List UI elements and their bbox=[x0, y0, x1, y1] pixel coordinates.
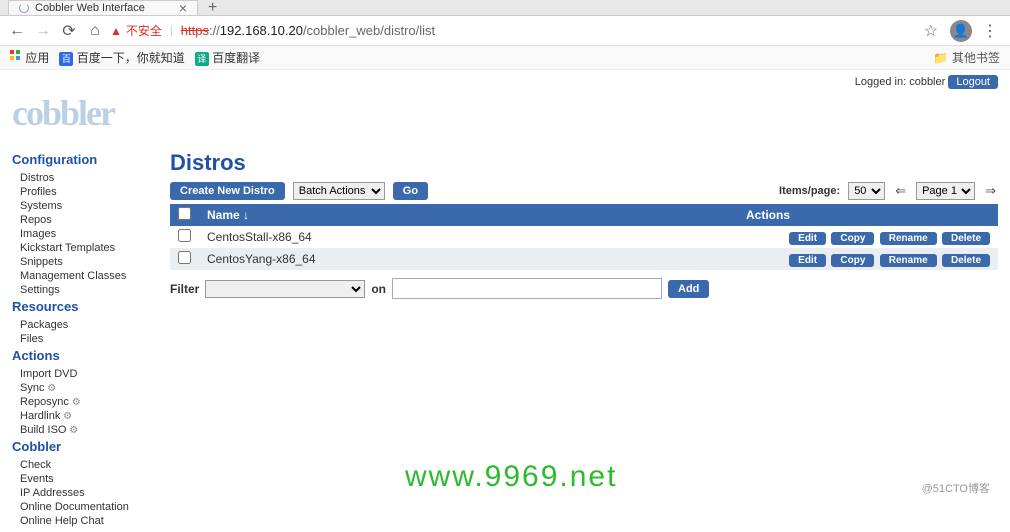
warning-icon: ▲ bbox=[110, 24, 122, 38]
filter-label: Filter bbox=[170, 282, 199, 296]
sidebar-item-systems[interactable]: Systems bbox=[12, 199, 152, 213]
separator: | bbox=[170, 25, 173, 37]
sidebar-item-ip[interactable]: IP Addresses bbox=[12, 486, 152, 500]
sidebar-item-distros[interactable]: Distros bbox=[12, 171, 152, 185]
login-status: Logged in: cobbler Logout bbox=[12, 74, 998, 90]
row-checkbox[interactable] bbox=[178, 251, 191, 264]
menu-icon[interactable]: ⋮ bbox=[976, 21, 1004, 41]
row-name[interactable]: CentosStall-x86_64 bbox=[199, 226, 738, 248]
sidebar-item-build-iso[interactable]: Build ISO bbox=[12, 423, 152, 437]
sidebar-item-repos[interactable]: Repos bbox=[12, 213, 152, 227]
next-page-icon[interactable]: ⇒ bbox=[983, 183, 998, 199]
filter-value-input[interactable] bbox=[392, 278, 662, 299]
copy-button[interactable]: Copy bbox=[831, 232, 874, 245]
new-tab-icon[interactable]: + bbox=[198, 0, 227, 17]
bookmark-star-icon[interactable]: ☆ bbox=[916, 21, 946, 41]
translate-icon: 译 bbox=[195, 52, 209, 66]
go-button[interactable]: Go bbox=[393, 182, 428, 200]
sidebar-item-images[interactable]: Images bbox=[12, 227, 152, 241]
cobbler-logo: cobbler bbox=[12, 90, 998, 150]
logged-in-user: cobbler bbox=[909, 76, 945, 88]
user-avatar-icon[interactable]: 👤 bbox=[950, 20, 972, 42]
sidebar-item-reposync[interactable]: Reposync bbox=[12, 395, 152, 409]
tab-favicon bbox=[19, 3, 29, 13]
items-per-page-select[interactable]: 50 bbox=[848, 182, 885, 200]
reload-icon[interactable]: ⟳ bbox=[58, 21, 80, 41]
back-icon[interactable]: ← bbox=[6, 22, 28, 40]
copy-button[interactable]: Copy bbox=[831, 254, 874, 267]
table-row: CentosStall-x86_64 Edit Copy Rename Dele… bbox=[170, 226, 998, 248]
sidebar-item-mgmt-classes[interactable]: Management Classes bbox=[12, 269, 152, 283]
toolbar: Create New Distro Batch Actions Go Items… bbox=[170, 182, 998, 200]
delete-button[interactable]: Delete bbox=[942, 254, 990, 267]
section-cobbler: Cobbler bbox=[12, 439, 152, 454]
batch-actions-select[interactable]: Batch Actions bbox=[293, 182, 385, 200]
create-new-distro-button[interactable]: Create New Distro bbox=[170, 182, 285, 200]
baidu-bookmark[interactable]: 百 百度一下，你就知道 bbox=[59, 49, 184, 66]
section-resources: Resources bbox=[12, 299, 152, 314]
translate-bookmark[interactable]: 译 百度翻译 bbox=[195, 49, 260, 66]
prev-page-icon[interactable]: ⇐ bbox=[893, 183, 908, 199]
section-configuration: Configuration bbox=[12, 152, 152, 167]
sidebar-item-packages[interactable]: Packages bbox=[12, 318, 152, 332]
col-actions: Actions bbox=[738, 204, 998, 226]
security-warning[interactable]: ▲ 不安全 bbox=[110, 22, 162, 39]
filter-field-select[interactable] bbox=[205, 280, 365, 298]
page-select[interactable]: Page 1 bbox=[916, 182, 975, 200]
sidebar-item-help[interactable]: Online Help Chat bbox=[12, 514, 152, 528]
sidebar-item-settings[interactable]: Settings bbox=[12, 283, 152, 297]
sidebar-item-hardlink[interactable]: Hardlink bbox=[12, 409, 152, 423]
home-icon[interactable]: ⌂ bbox=[84, 22, 106, 40]
sidebar-item-sync[interactable]: Sync bbox=[12, 381, 152, 395]
col-name[interactable]: Name ↓ bbox=[199, 204, 738, 226]
items-per-page-label: Items/page: bbox=[779, 185, 840, 197]
logged-in-label: Logged in: bbox=[855, 76, 906, 88]
col-checkbox bbox=[170, 204, 199, 226]
tab-title: Cobbler Web Interface bbox=[35, 2, 145, 14]
filter-row: Filter on Add bbox=[170, 278, 998, 299]
sidebar-item-files[interactable]: Files bbox=[12, 332, 152, 346]
rename-button[interactable]: Rename bbox=[880, 232, 937, 245]
baidu-icon: 百 bbox=[59, 52, 73, 66]
credit: @51CTO博客 bbox=[922, 480, 990, 496]
sidebar-item-kickstart[interactable]: Kickstart Templates bbox=[12, 241, 152, 255]
address-bar: ← → ⟳ ⌂ ▲ 不安全 | https://192.168.10.20/co… bbox=[0, 16, 1010, 46]
delete-button[interactable]: Delete bbox=[942, 232, 990, 245]
row-checkbox[interactable] bbox=[178, 229, 191, 242]
apps-bookmark[interactable]: 应用 bbox=[10, 49, 49, 66]
tab-close-icon[interactable]: × bbox=[179, 3, 187, 13]
url-field[interactable]: https://192.168.10.20/cobbler_web/distro… bbox=[181, 23, 912, 38]
distros-table: Name ↓ Actions CentosStall-x86_64 Edit C… bbox=[170, 204, 998, 270]
table-row: CentosYang-x86_64 Edit Copy Rename Delet… bbox=[170, 248, 998, 270]
tab-bar: Cobbler Web Interface × + bbox=[0, 0, 1010, 16]
watermark: www.9969.net bbox=[405, 460, 617, 494]
folder-icon: 📁 bbox=[933, 51, 948, 65]
other-bookmarks[interactable]: 📁 其他书签 bbox=[933, 49, 1000, 66]
section-actions: Actions bbox=[12, 348, 152, 363]
logout-button[interactable]: Logout bbox=[948, 75, 998, 89]
sidebar-item-check[interactable]: Check bbox=[12, 458, 152, 472]
sidebar-item-events[interactable]: Events bbox=[12, 472, 152, 486]
sidebar-item-import-dvd[interactable]: Import DVD bbox=[12, 367, 152, 381]
sidebar-item-profiles[interactable]: Profiles bbox=[12, 185, 152, 199]
sidebar-item-snippets[interactable]: Snippets bbox=[12, 255, 152, 269]
browser-tab[interactable]: Cobbler Web Interface × bbox=[8, 0, 198, 15]
forward-icon[interactable]: → bbox=[32, 22, 54, 40]
edit-button[interactable]: Edit bbox=[789, 232, 826, 245]
bookmarks-bar: 应用 百 百度一下，你就知道 译 百度翻译 📁 其他书签 bbox=[0, 46, 1010, 70]
page-title: Distros bbox=[170, 150, 998, 176]
sidebar-item-docs[interactable]: Online Documentation bbox=[12, 500, 152, 514]
select-all-checkbox[interactable] bbox=[178, 207, 191, 220]
edit-button[interactable]: Edit bbox=[789, 254, 826, 267]
on-label: on bbox=[371, 282, 386, 296]
rename-button[interactable]: Rename bbox=[880, 254, 937, 267]
warning-label: 不安全 bbox=[126, 22, 162, 39]
row-name[interactable]: CentosYang-x86_64 bbox=[199, 248, 738, 270]
sidebar: Configuration Distros Profiles Systems R… bbox=[12, 150, 152, 528]
apps-icon bbox=[10, 50, 22, 62]
add-filter-button[interactable]: Add bbox=[668, 280, 709, 298]
